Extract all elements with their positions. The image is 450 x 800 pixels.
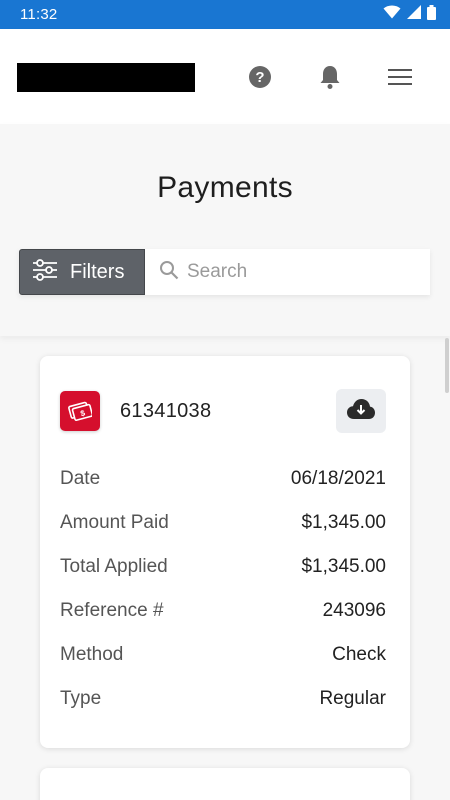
app-bar: ? bbox=[0, 29, 450, 124]
detail-row-total-applied: Total Applied $1,345.00 bbox=[60, 545, 386, 589]
search-input[interactable] bbox=[187, 261, 407, 283]
detail-row-amount-paid: Amount Paid $1,345.00 bbox=[60, 501, 386, 545]
detail-value: $1,345.00 bbox=[301, 512, 386, 533]
scrollbar[interactable] bbox=[445, 338, 449, 393]
payment-check-icon: $ bbox=[60, 391, 100, 431]
detail-value: Regular bbox=[319, 688, 386, 709]
detail-label: Reference # bbox=[60, 600, 164, 621]
page-header: Payments Filters bbox=[0, 124, 450, 336]
search-icon bbox=[159, 260, 179, 285]
battery-icon bbox=[427, 4, 436, 25]
detail-row-reference: Reference # 243096 bbox=[60, 589, 386, 633]
svg-text:?: ? bbox=[255, 69, 264, 86]
status-icons bbox=[383, 4, 436, 25]
cellular-signal-icon bbox=[407, 5, 421, 24]
cloud-download-icon bbox=[346, 398, 376, 425]
detail-row-method: Method Check bbox=[60, 633, 386, 677]
filters-label: Filters bbox=[70, 260, 125, 283]
filters-button[interactable]: Filters bbox=[19, 249, 145, 295]
detail-label: Type bbox=[60, 688, 102, 709]
payment-number: 61341038 bbox=[120, 400, 212, 422]
payment-card[interactable] bbox=[40, 768, 410, 800]
detail-value: 06/18/2021 bbox=[290, 468, 386, 489]
detail-label: Method bbox=[60, 644, 124, 665]
payment-details: Date 06/18/2021 Amount Paid $1,345.00 To… bbox=[60, 457, 386, 721]
detail-value: 243096 bbox=[322, 600, 386, 621]
redacted-logo[interactable] bbox=[17, 63, 195, 92]
detail-label: Date bbox=[60, 468, 101, 489]
download-button[interactable] bbox=[336, 389, 386, 433]
bell-icon[interactable] bbox=[317, 64, 343, 90]
status-bar: 11:32 bbox=[0, 0, 450, 29]
menu-icon[interactable] bbox=[387, 64, 413, 90]
status-time: 11:32 bbox=[20, 6, 58, 23]
payment-card[interactable]: $ 61341038 Date 06/18/2021 Amount Paid $… bbox=[40, 356, 410, 748]
search-box[interactable] bbox=[145, 249, 430, 295]
detail-label: Amount Paid bbox=[60, 512, 169, 533]
page-title: Payments bbox=[157, 171, 293, 204]
detail-row-date: Date 06/18/2021 bbox=[60, 457, 386, 501]
detail-value: Check bbox=[332, 644, 386, 665]
wifi-icon bbox=[383, 5, 401, 24]
help-icon[interactable]: ? bbox=[247, 64, 273, 90]
detail-row-type: Type Regular bbox=[60, 677, 386, 721]
detail-label: Total Applied bbox=[60, 556, 168, 577]
detail-value: $1,345.00 bbox=[301, 556, 386, 577]
filter-search-bar: Filters bbox=[19, 249, 430, 295]
sliders-icon bbox=[32, 258, 58, 286]
